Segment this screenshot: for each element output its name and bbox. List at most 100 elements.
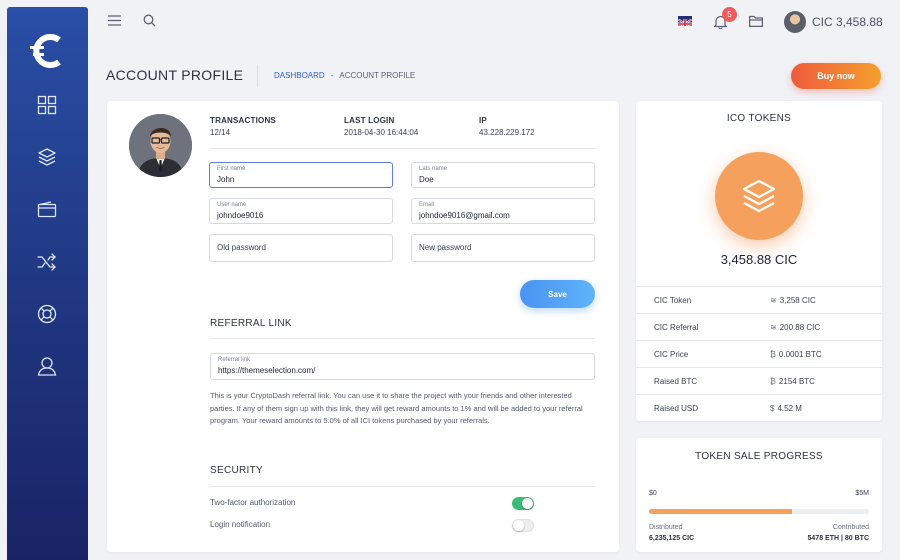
- breadcrumb-current: ACCOUNT PROFILE: [339, 71, 416, 80]
- ico-amount: 3,458.88 CIC: [720, 252, 798, 267]
- referral-link-field[interactable]: Referral link https://themeselection.com…: [210, 353, 595, 380]
- ico-row-value: 0.0001 BTC: [778, 350, 822, 359]
- bitcoin-icon: ₿: [770, 377, 776, 386]
- ico-title: ICO TOKENS: [726, 113, 792, 124]
- grid-icon: [37, 95, 57, 115]
- username-label: User name: [217, 202, 247, 208]
- layers-icon: ≋: [770, 296, 777, 305]
- ico-row-label: CIC Token: [654, 296, 692, 305]
- ico-row-value: 2154 BTC: [778, 377, 815, 386]
- notification-badge: 5: [722, 7, 737, 22]
- email-field[interactable]: Email johndoe9016@gmail.com: [411, 198, 595, 224]
- login-notification-toggle[interactable]: [512, 519, 534, 532]
- progress-bar-fill: [649, 509, 792, 514]
- nav-tokens[interactable]: [33, 143, 61, 171]
- nav-support[interactable]: [33, 300, 61, 328]
- layers-icon: [38, 148, 56, 166]
- ico-row-value: 3,258 CIC: [779, 296, 816, 305]
- ico-row-label: CIC Referral: [654, 323, 699, 332]
- breadcrumb: DASHBOARD - ACCOUNT PROFILE: [274, 71, 415, 80]
- uk-flag-icon[interactable]: [678, 16, 692, 26]
- nav-dashboard[interactable]: [33, 91, 61, 119]
- sidebar: [7, 7, 88, 560]
- nav-wallet[interactable]: [33, 196, 61, 224]
- profile-photo[interactable]: [129, 114, 192, 177]
- referral-link-label: Referral link: [218, 357, 251, 363]
- bitcoin-icon: ₿: [770, 350, 776, 359]
- ico-row-cic-referral: CIC Referral ≋ 200.88 CIC: [636, 313, 882, 340]
- referral-section-title: REFERRAL LINK: [210, 318, 292, 329]
- breadcrumb-separator: -: [330, 71, 334, 80]
- breadcrumb-dashboard-link[interactable]: DASHBOARD: [274, 71, 325, 80]
- nav-transactions[interactable]: [33, 248, 61, 276]
- ico-row-value: 200.88 CIC: [779, 323, 821, 332]
- login-notification-label: Login notification: [210, 520, 271, 529]
- progress-min-label: $0: [649, 490, 657, 497]
- stat-transactions-label: TRANSACTIONS: [210, 116, 276, 125]
- contributed-value: 5478 ETH | 80 BTC: [807, 535, 869, 542]
- ico-token-badge: [715, 152, 803, 240]
- progress-bar: [649, 509, 869, 514]
- ico-row-raised-btc: Raised BTC ₿ 2154 BTC: [636, 367, 882, 394]
- stat-ip-label: IP: [479, 116, 487, 125]
- page-title: ACCOUNT PROFILE: [106, 67, 244, 83]
- new-password-field[interactable]: New password: [411, 234, 595, 262]
- token-sale-progress-card: TOKEN SALE PROGRESS $0 $5M Distributed 6…: [636, 438, 882, 552]
- search-icon[interactable]: [143, 14, 156, 27]
- username-value: johndoe9016: [217, 211, 264, 220]
- last-name-field[interactable]: Lats name Doe: [411, 162, 595, 188]
- last-name-value: Doe: [419, 175, 434, 184]
- distributed-value: 6,235,125 CIC: [649, 535, 695, 542]
- lifebuoy-icon: [37, 304, 57, 324]
- folder-icon[interactable]: [749, 15, 763, 27]
- title-divider: [257, 65, 258, 87]
- ico-row-value: 4.52 M: [777, 404, 802, 413]
- layers-icon: [742, 179, 776, 213]
- ico-row-cic-price: CIC Price ₿ 0.0001 BTC: [636, 340, 882, 367]
- two-factor-toggle[interactable]: [512, 497, 534, 510]
- ico-row-label: Raised USD: [654, 404, 699, 413]
- referral-link-value: https://themeselection.com/: [218, 366, 316, 375]
- save-button[interactable]: Save: [520, 280, 595, 308]
- security-divider: [210, 486, 595, 487]
- stat-ip-value: 43.228.229.172: [479, 128, 535, 137]
- first-name-field[interactable]: First name John: [209, 162, 393, 188]
- stat-last-login-label: LAST LOGIN: [344, 116, 395, 125]
- progress-max-label: $5M: [855, 490, 869, 497]
- ico-row-label: Raised BTC: [654, 377, 698, 386]
- wallet-icon: [37, 201, 57, 218]
- avatar[interactable]: [784, 11, 806, 33]
- referral-description: This is your CryptoDash referral link. Y…: [210, 391, 583, 426]
- two-factor-label: Two-factor authorization: [210, 498, 296, 507]
- layers-icon: ≋: [770, 323, 777, 332]
- dollar-icon: $: [770, 404, 775, 413]
- brand-logo[interactable]: [29, 31, 69, 71]
- balance-text: CIC 3,458.88: [812, 15, 883, 29]
- first-name-value: John: [217, 175, 235, 184]
- first-name-label: First name: [217, 166, 246, 172]
- contributed-label: Contributed: [832, 524, 869, 531]
- referral-divider: [210, 338, 595, 339]
- old-password-field[interactable]: Old password: [209, 234, 393, 262]
- user-icon: [37, 357, 57, 376]
- email-label: Email: [419, 202, 435, 208]
- email-value: johndoe9016@gmail.com: [419, 211, 510, 220]
- ico-row-cic-token: CIC Token ≋ 3,258 CIC: [636, 286, 882, 313]
- last-name-label: Lats name: [419, 166, 448, 172]
- buy-now-button[interactable]: Buy now: [791, 63, 881, 89]
- stats-divider: [210, 148, 595, 149]
- shuffle-icon: [37, 253, 56, 271]
- ico-row-label: CIC Price: [654, 350, 689, 359]
- stat-last-login-value: 2018-04-30 16:44:04: [344, 128, 419, 137]
- security-section-title: SECURITY: [210, 465, 263, 476]
- old-password-placeholder: Old password: [217, 243, 266, 252]
- stat-transactions-value: 12/14: [210, 128, 231, 137]
- profile-card: TRANSACTIONS 12/14 LAST LOGIN 2018-04-30…: [107, 101, 619, 552]
- username-field[interactable]: User name johndoe9016: [209, 198, 393, 224]
- progress-title: TOKEN SALE PROGRESS: [695, 451, 823, 462]
- nav-profile[interactable]: [33, 352, 61, 380]
- menu-icon[interactable]: [108, 15, 121, 26]
- ico-tokens-card: ICO TOKENS 3,458.88 CIC CIC Token ≋ 3,258…: [636, 101, 882, 421]
- distributed-label: Distributed: [649, 524, 683, 531]
- new-password-placeholder: New password: [419, 243, 472, 252]
